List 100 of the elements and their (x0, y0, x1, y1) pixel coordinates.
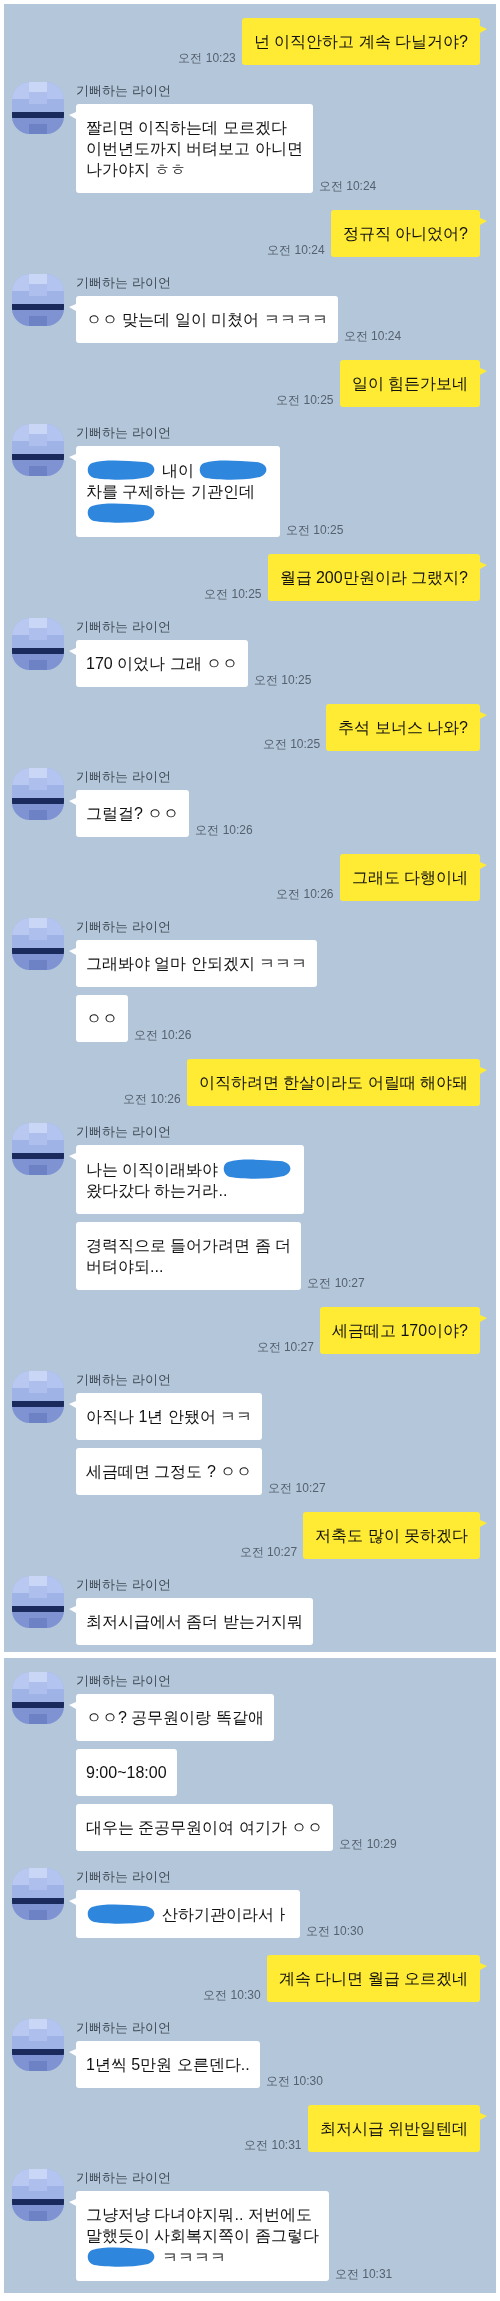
timestamp: 오전 10:25 (262, 736, 321, 753)
avatar (12, 1123, 64, 1175)
message-bubble: 9:00~18:00 (76, 1749, 177, 1796)
timestamp: 오전 10:25 (276, 392, 334, 409)
bubble-tail (69, 948, 76, 956)
message-bubble: 그래도 다행이네 (339, 854, 480, 901)
message-bubble: 170 이었나 그래 ㅇㅇ (76, 640, 249, 687)
avatar (12, 1576, 64, 1628)
timestamp: 오전 10:24 (343, 328, 402, 345)
message-bubble: 월급 200만원이라 그랬지? (267, 554, 480, 601)
timestamp: 오전 10:26 (134, 1027, 192, 1044)
sender-name: 기뻐하는 라이언 (76, 82, 172, 99)
sender-name: 기뻐하는 라이언 (76, 918, 172, 935)
bubble-tail (480, 712, 487, 720)
avatar (12, 618, 64, 670)
avatar (12, 2169, 64, 2221)
bubble-tail (480, 218, 487, 226)
sender-name: 기뻐하는 라이언 (76, 768, 172, 785)
timestamp: 오전 10:31 (334, 2266, 393, 2283)
sender-name: 기뻐하는 라이언 (76, 2169, 172, 2186)
bubble-tail (480, 1315, 487, 1323)
timestamp: 오전 10:24 (267, 242, 325, 259)
message-bubble: 이직하려면 한살이라도 어릴때 해야돼 (186, 1059, 480, 1106)
avatar (12, 768, 64, 820)
timestamp: 오전 10:27 (268, 1480, 326, 1497)
bubble-tail (69, 1401, 76, 1409)
message-bubble: 아직나 1년 안됐어 ㅋㅋ (76, 1393, 263, 1440)
timestamp: 오전 10:29 (339, 1836, 397, 1853)
avatar (12, 274, 64, 326)
timestamp: 오전 10:25 (204, 586, 262, 603)
sender-name: 기뻐하는 라이언 (76, 1868, 172, 1885)
message-bubble: 계속 다니면 월급 오르겠네 (266, 1955, 480, 2002)
bubble-tail (480, 1520, 487, 1528)
avatar (12, 1868, 64, 1920)
message-bubble: 그래봐야 얼마 안되겠지 ㅋㅋㅋ (76, 940, 318, 987)
avatar (12, 1672, 64, 1724)
message-text: 차를 구제하는 기관인데 (86, 482, 255, 502)
avatar (12, 424, 64, 476)
bubble-tail (69, 2049, 76, 2057)
timestamp: 오전 10:26 (195, 822, 253, 839)
message-bubble: ㅇㅇ? 공무원이랑 똑같애 (76, 1694, 274, 1741)
timestamp: 오전 10:27 (307, 1275, 365, 1292)
bubble-tail (480, 862, 487, 870)
sender-name: 기뻐하는 라이언 (76, 1123, 172, 1140)
timestamp: 오전 10:23 (178, 50, 236, 67)
timestamp: 오전 10:27 (256, 1339, 314, 1356)
bubble-tail (480, 562, 487, 570)
message-bubble: ㅇㅇ (76, 995, 128, 1042)
message-bubble: 넌 이직안하고 계속 다닐거야? (241, 18, 480, 65)
bubble-tail (480, 368, 487, 376)
message-text: 왔다갔다 하는거라.. (86, 1181, 228, 1201)
sender-name: 기뻐하는 라이언 (76, 2019, 172, 2036)
timestamp: 오전 10:25 (286, 522, 344, 539)
sender-name: 기뻐하는 라이언 (76, 274, 172, 291)
message-bubble: 세금떼면 그정도 ? ㅇㅇ (76, 1448, 263, 1495)
timestamp: 오전 10:24 (318, 178, 377, 195)
bubble-tail (480, 1067, 487, 1075)
sender-name: 기뻐하는 라이언 (76, 1576, 172, 1593)
message-bubble: 추석 보너스 나와? (326, 704, 480, 751)
timestamp: 오전 10:26 (276, 886, 334, 903)
avatar (12, 1371, 64, 1423)
timestamp: 오전 10:27 (239, 1544, 298, 1561)
message-text: 산하기관이라서ㅏ (162, 1904, 290, 1925)
message-bubble: 저축도 많이 못하겠다 (303, 1512, 480, 1559)
bubble-tail (69, 1702, 76, 1710)
timestamp: 오전 10:26 (123, 1091, 181, 1108)
bubble-tail (480, 1963, 487, 1971)
sender-name: 기뻐하는 라이언 (76, 1371, 172, 1388)
message-bubble: 1년씩 5만원 오른덴다.. (76, 2041, 260, 2088)
timestamp: 오전 10:30 (203, 1987, 261, 2004)
message-bubble: 경력직으로 들어가려면 좀 더 버텨야되... (76, 1222, 302, 1290)
avatar (12, 918, 64, 970)
message-bubble: 그럴걸? ㅇㅇ (76, 790, 190, 837)
message-text: 그냥저냥 다녀야지뭐.. 저번에도 (86, 2205, 312, 2225)
bubble-tail (69, 798, 76, 806)
message-bubble: 최저시급에서 좀더 받는거지뭐 (76, 1598, 313, 1645)
message-bubble: 최저시급 위반일텐데 (307, 2105, 480, 2152)
message-bubble: 일이 힘든가보네 (339, 360, 480, 407)
message-bubble: 세금떼고 170이야? (319, 1307, 480, 1354)
message-text: 내이 (162, 460, 194, 481)
sender-name: 기뻐하는 라이언 (76, 618, 172, 635)
message-bubble: 정규직 아니었어? (330, 210, 480, 257)
timestamp: 오전 10:31 (244, 2137, 302, 2154)
message-text: 말했듯이 사회복지쪽이 좀그렇다 (86, 2226, 319, 2246)
message-bubble: 대우는 준공무원이여 여기가 ㅇㅇ (76, 1804, 334, 1851)
message-bubble: ㅇㅇ 맞는데 일이 미쳤어 ㅋㅋㅋㅋ (76, 296, 338, 343)
bubble-tail (69, 648, 76, 656)
avatar (12, 82, 64, 134)
timestamp: 오전 10:25 (254, 672, 312, 689)
message-bubble: 짤리면 이직하는데 모르겠다 이번년도까지 버텨보고 아니면 나가야지 ㅎㅎ (76, 104, 313, 193)
bubble-tail (480, 2113, 487, 2121)
message-text: ㅋㅋㅋㅋ (162, 2247, 226, 2268)
bubble-tail (480, 26, 487, 34)
sender-name: 기뻐하는 라이언 (76, 1672, 172, 1689)
sender-name: 기뻐하는 라이언 (76, 424, 172, 441)
timestamp: 오전 10:30 (306, 1923, 364, 1940)
timestamp: 오전 10:30 (265, 2073, 323, 2090)
bubble-tail (69, 304, 76, 312)
message-text: 나는 이직이래봐야 (86, 1159, 219, 1180)
avatar (12, 2019, 64, 2071)
